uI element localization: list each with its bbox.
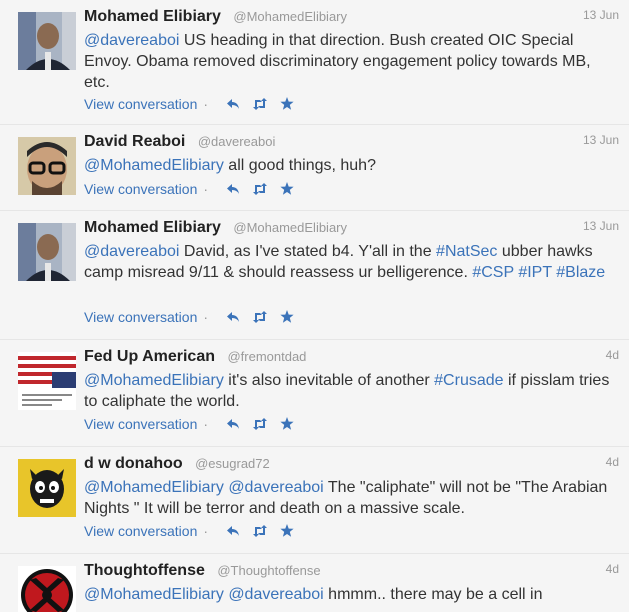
tweet: Mohamed Elibiary @MohamedElibiary 13 Jun… (0, 0, 629, 125)
tweet-text-segment: David, as I've stated b4. Y'all in the (179, 243, 437, 260)
author-name[interactable]: Fed Up American (84, 348, 215, 365)
tweet-actions: View conversation · (84, 181, 294, 199)
author-handle[interactable]: @fremontdad (227, 349, 306, 364)
author-handle[interactable]: @MohamedElibiary (233, 9, 347, 24)
tweet-text: @davereaboi US heading in that direction… (84, 30, 614, 93)
author-name[interactable]: Mohamed Elibiary (84, 219, 221, 236)
tweet-timestamp[interactable]: 13 Jun (583, 8, 619, 22)
view-conversation-link[interactable]: View conversation (84, 181, 197, 197)
author-handle[interactable]: @esugrad72 (195, 456, 270, 471)
retweet-icon[interactable] (252, 524, 268, 540)
tweet-actions: View conversation · (84, 523, 294, 541)
mention-link[interactable]: @davereaboi (228, 479, 323, 496)
mention-link[interactable]: @MohamedElibiary (84, 586, 224, 603)
tweet: Thoughtoffense @Thoughtoffense 4d @Moham… (0, 554, 629, 612)
tweet-timeline: Mohamed Elibiary @MohamedElibiary 13 Jun… (0, 0, 629, 612)
author-name[interactable]: Mohamed Elibiary (84, 8, 221, 25)
avatar[interactable] (18, 223, 76, 281)
separator: · (203, 523, 209, 539)
author-name[interactable]: d w donahoo (84, 455, 183, 472)
reply-icon[interactable] (226, 182, 240, 198)
tweet-text: @MohamedElibiary @davereaboi hmmm.. ther… (84, 584, 614, 605)
tweet-actions: View conversation · (84, 96, 294, 114)
reply-icon[interactable] (226, 524, 240, 540)
star-icon[interactable] (280, 417, 294, 433)
tweet-timestamp[interactable]: 4d (606, 348, 619, 362)
tweet: David Reaboi @davereaboi 13 Jun @Mohamed… (0, 125, 629, 211)
avatar[interactable] (18, 459, 76, 517)
hashtag-link[interactable]: #NatSec (436, 243, 497, 260)
tweet-text: @MohamedElibiary all good things, huh? (84, 155, 614, 176)
reply-icon[interactable] (226, 97, 240, 113)
mention-link[interactable]: @davereaboi (84, 32, 179, 49)
reply-icon[interactable] (226, 310, 240, 326)
retweet-icon[interactable] (252, 310, 268, 326)
star-icon[interactable] (280, 310, 294, 326)
author-name[interactable]: Thoughtoffense (84, 562, 205, 579)
author-name[interactable]: David Reaboi (84, 133, 185, 150)
separator: · (203, 181, 209, 197)
star-icon[interactable] (280, 524, 294, 540)
tweet-text-segment: all good things, huh? (223, 157, 376, 174)
tweet-timestamp[interactable]: 13 Jun (583, 133, 619, 147)
tweet-text: @MohamedElibiary @davereaboi The "caliph… (84, 477, 614, 519)
tweet-actions: View conversation · (84, 416, 294, 434)
tweet: Fed Up American @fremontdad 4d @MohamedE… (0, 340, 629, 447)
tweet: Mohamed Elibiary @MohamedElibiary 13 Jun… (0, 211, 629, 340)
author-handle[interactable]: @davereaboi (198, 134, 276, 149)
avatar[interactable] (18, 352, 76, 410)
separator: · (203, 96, 209, 112)
separator: · (203, 309, 209, 325)
star-icon[interactable] (280, 182, 294, 198)
avatar[interactable] (18, 137, 76, 195)
retweet-icon[interactable] (252, 182, 268, 198)
hashtag-link[interactable]: #Crusade (434, 372, 503, 389)
tweet: d w donahoo @esugrad72 4d @MohamedElibia… (0, 447, 629, 554)
avatar[interactable] (18, 12, 76, 70)
reply-icon[interactable] (226, 417, 240, 433)
tweet-timestamp[interactable]: 4d (606, 455, 619, 469)
mention-link[interactable]: @davereaboi (228, 586, 323, 603)
author-handle[interactable]: @Thoughtoffense (217, 563, 320, 578)
tweet-text-segment: hmmm.. there may be a cell in (323, 586, 543, 603)
view-conversation-link[interactable]: View conversation (84, 523, 197, 539)
retweet-icon[interactable] (252, 97, 268, 113)
tweet-text: @davereaboi David, as I've stated b4. Y'… (84, 241, 614, 283)
star-icon[interactable] (280, 97, 294, 113)
tweet-text-segment: it's also inevitable of another (223, 372, 435, 389)
author-handle[interactable]: @MohamedElibiary (233, 220, 347, 235)
avatar[interactable] (18, 566, 76, 612)
view-conversation-link[interactable]: View conversation (84, 96, 197, 112)
view-conversation-link[interactable]: View conversation (84, 309, 197, 325)
mention-link[interactable]: @davereaboi (84, 243, 179, 260)
mention-link[interactable]: @MohamedElibiary (84, 372, 224, 389)
separator: · (203, 416, 209, 432)
hashtag-link[interactable]: #Blaze (556, 264, 605, 281)
tweet-timestamp[interactable]: 4d (606, 562, 619, 576)
tweet-timestamp[interactable]: 13 Jun (583, 219, 619, 233)
mention-link[interactable]: @MohamedElibiary (84, 157, 224, 174)
mention-link[interactable]: @MohamedElibiary (84, 479, 224, 496)
retweet-icon[interactable] (252, 417, 268, 433)
tweet-actions: View conversation · (84, 309, 294, 327)
hashtag-link[interactable]: #CSP (472, 264, 514, 281)
hashtag-link[interactable]: #IPT (518, 264, 552, 281)
view-conversation-link[interactable]: View conversation (84, 416, 197, 432)
tweet-text: @MohamedElibiary it's also inevitable of… (84, 370, 614, 412)
